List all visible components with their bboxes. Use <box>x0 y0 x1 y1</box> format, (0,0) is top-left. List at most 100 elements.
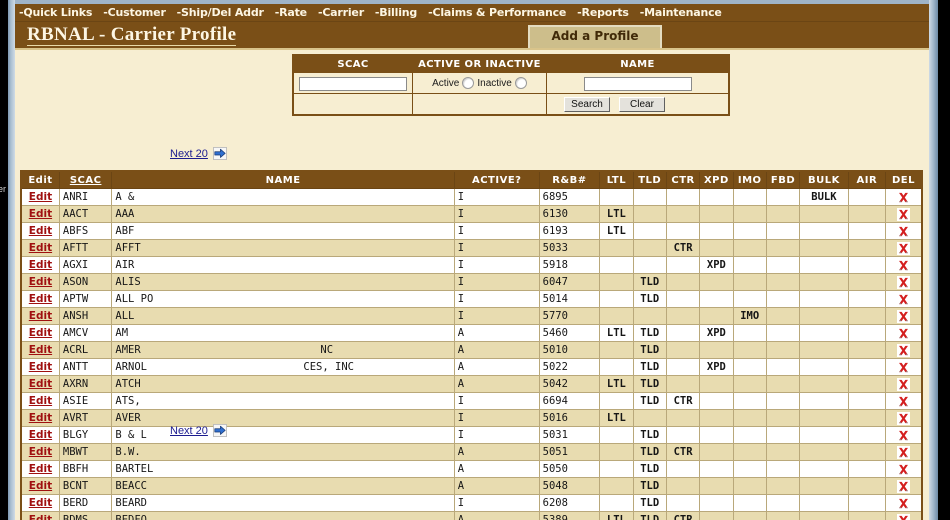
fbd-flag-cell <box>766 308 799 325</box>
search-name-input[interactable] <box>584 77 692 91</box>
delete-x-icon[interactable] <box>897 395 910 408</box>
delete-x-icon[interactable] <box>897 225 910 238</box>
search-header-row: SCAC ACTIVE OR INACTIVE NAME <box>293 55 729 73</box>
nav-item-billing[interactable]: Billing <box>375 6 417 19</box>
name-cell: BEARD <box>112 495 454 512</box>
tld-flag-cell: TLD <box>633 342 666 359</box>
next-20-link-top[interactable]: Next 20 <box>170 147 227 160</box>
name-cell: AAA <box>112 206 454 223</box>
nav-item-ship-del-addr[interactable]: Ship/Del Addr <box>177 6 264 19</box>
inactive-radio[interactable] <box>515 77 527 89</box>
nav-item-rate[interactable]: Rate <box>275 6 307 19</box>
delete-x-icon[interactable] <box>897 327 910 340</box>
table-row: EditAFTTAFFTI5033CTR <box>21 240 922 257</box>
name-cell: ARNOLCES, INC <box>112 359 454 376</box>
scac-cell: BBFH <box>59 461 112 478</box>
edit-link[interactable]: Edit <box>29 412 52 424</box>
delete-x-icon[interactable] <box>897 361 910 374</box>
nav-item-quick-links[interactable]: Quick Links <box>19 6 92 19</box>
delete-x-icon[interactable] <box>897 463 910 476</box>
edit-link[interactable]: Edit <box>29 276 52 288</box>
delete-x-icon[interactable] <box>897 480 910 493</box>
delete-x-icon[interactable] <box>897 191 910 204</box>
name-cell: ALL PO <box>112 291 454 308</box>
air-flag-cell <box>848 206 885 223</box>
edit-link[interactable]: Edit <box>29 497 52 509</box>
col-header-del: DEL <box>886 171 922 189</box>
ctr-flag-cell <box>666 291 699 308</box>
bulk-flag-cell <box>800 376 848 393</box>
edit-link[interactable]: Edit <box>29 395 52 407</box>
delete-x-icon[interactable] <box>897 514 910 520</box>
edit-link[interactable]: Edit <box>29 361 52 373</box>
delete-x-icon[interactable] <box>897 276 910 289</box>
next-20-link-bottom[interactable]: Next 20 <box>170 424 227 437</box>
delete-x-icon[interactable] <box>897 446 910 459</box>
table-row: EditASIEATS,I6694TLDCTR <box>21 393 922 410</box>
nav-item-reports[interactable]: Reports <box>577 6 629 19</box>
delete-x-icon[interactable] <box>897 412 910 425</box>
edit-link[interactable]: Edit <box>29 514 52 520</box>
bulk-flag-cell <box>800 325 848 342</box>
imo-flag-cell <box>733 478 766 495</box>
imo-flag-cell <box>733 240 766 257</box>
name-label: AAA <box>115 208 134 220</box>
table-row: EditAXRNATCHA5042LTLTLD <box>21 376 922 393</box>
edit-link[interactable]: Edit <box>29 429 52 441</box>
ctr-flag-cell <box>666 342 699 359</box>
delete-x-icon[interactable] <box>897 378 910 391</box>
edit-link[interactable]: Edit <box>29 191 52 203</box>
nav-item-carrier[interactable]: Carrier <box>318 6 364 19</box>
air-flag-cell <box>848 444 885 461</box>
fbd-flag-cell <box>766 359 799 376</box>
edit-link[interactable]: Edit <box>29 259 52 271</box>
edit-link[interactable]: Edit <box>29 208 52 220</box>
edit-cell: Edit <box>21 257 59 274</box>
edit-link[interactable]: Edit <box>29 480 52 492</box>
name-label: BEDFO <box>115 514 147 520</box>
col-header-air: AIR <box>848 171 885 189</box>
col-header-rb: R&B# <box>539 171 600 189</box>
delete-cell <box>886 325 922 342</box>
window-frame-right[interactable] <box>929 0 938 520</box>
search-button[interactable]: Search <box>564 97 610 112</box>
nav-item-claims-performance[interactable]: Claims & Performance <box>428 6 566 19</box>
search-scac-input[interactable] <box>299 77 407 91</box>
clear-button[interactable]: Clear <box>619 97 665 112</box>
bulk-flag-cell <box>800 478 848 495</box>
delete-x-icon[interactable] <box>897 497 910 510</box>
edit-link[interactable]: Edit <box>29 327 52 339</box>
delete-x-icon[interactable] <box>897 310 910 323</box>
delete-x-icon[interactable] <box>897 293 910 306</box>
col-header-scac[interactable]: SCAC <box>59 171 112 189</box>
add-profile-button[interactable]: Add a Profile <box>528 25 662 48</box>
bulk-flag-cell <box>800 291 848 308</box>
delete-x-icon[interactable] <box>897 208 910 221</box>
edit-link[interactable]: Edit <box>29 378 52 390</box>
edit-link[interactable]: Edit <box>29 446 52 458</box>
edit-link[interactable]: Edit <box>29 344 52 356</box>
nav-item-customer[interactable]: Customer <box>103 6 165 19</box>
delete-x-icon[interactable] <box>897 344 910 357</box>
delete-x-icon[interactable] <box>897 429 910 442</box>
edit-cell: Edit <box>21 325 59 342</box>
edit-link[interactable]: Edit <box>29 293 52 305</box>
delete-x-icon[interactable] <box>897 259 910 272</box>
search-name-header: NAME <box>547 55 730 73</box>
carrier-table-wrap: EditSCACNAMEACTIVE?R&B#LTLTLDCTRXPDIMOFB… <box>20 170 923 520</box>
name-label: A & <box>115 191 134 203</box>
delete-x-icon[interactable] <box>897 242 910 255</box>
ctr-flag-cell <box>666 376 699 393</box>
active-radio[interactable] <box>462 77 474 89</box>
edit-link[interactable]: Edit <box>29 463 52 475</box>
edit-link[interactable]: Edit <box>29 242 52 254</box>
rb-number-cell: 5031 <box>539 427 600 444</box>
edit-link[interactable]: Edit <box>29 225 52 237</box>
rb-number-cell: 5010 <box>539 342 600 359</box>
nav-item-maintenance[interactable]: Maintenance <box>640 6 722 19</box>
arrow-right-icon-top <box>213 147 227 160</box>
rb-number-cell: 5022 <box>539 359 600 376</box>
active-cell: I <box>454 257 539 274</box>
edit-link[interactable]: Edit <box>29 310 52 322</box>
fbd-flag-cell <box>766 206 799 223</box>
